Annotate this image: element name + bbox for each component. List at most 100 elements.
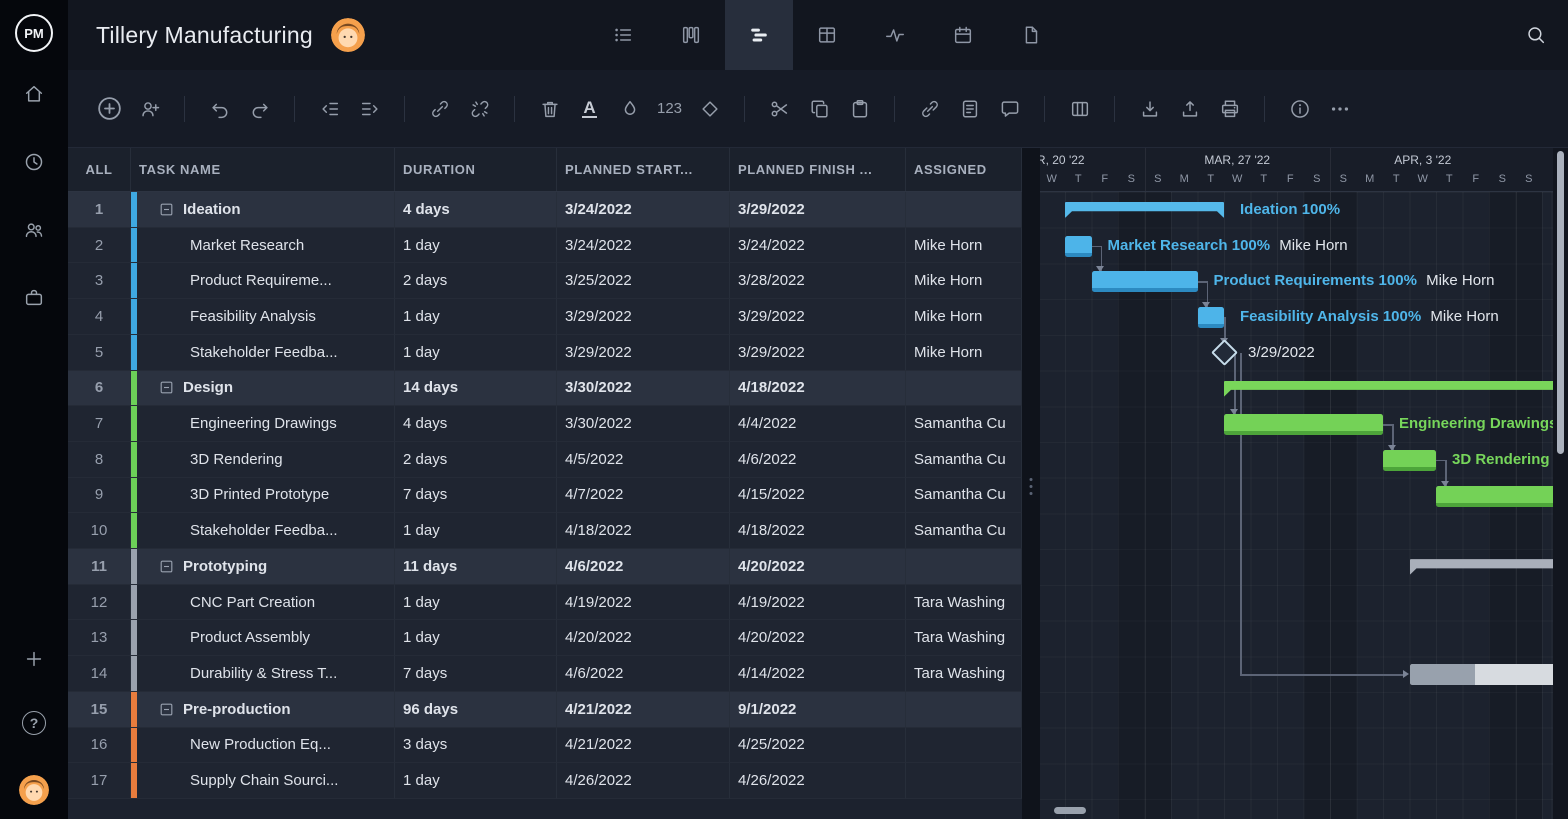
task-name-cell[interactable]: Stakeholder Feedba... (131, 513, 395, 549)
column-header-all[interactable]: ALL (68, 148, 131, 191)
copy-button[interactable] (802, 89, 837, 129)
recent-clock-icon[interactable] (22, 150, 46, 174)
table-row[interactable]: 1Ideation4 days3/24/20223/29/2022 (68, 192, 1022, 228)
milestone-button[interactable] (692, 89, 727, 129)
table-row[interactable]: 2Market Research1 day3/24/20223/24/2022M… (68, 228, 1022, 264)
task-bar[interactable] (1436, 486, 1553, 507)
collapse-icon[interactable] (159, 559, 174, 574)
task-bar[interactable] (1224, 414, 1383, 435)
vertical-scrollbar-rail[interactable] (1553, 148, 1568, 819)
indent-button[interactable] (352, 89, 387, 129)
gantt-horizontal-scrollbar[interactable] (1046, 807, 1547, 815)
task-name-cell[interactable]: Product Requireme... (131, 263, 395, 299)
task-bar[interactable] (1065, 236, 1092, 257)
view-tab-sheet[interactable] (793, 0, 861, 70)
view-tab-calendar[interactable] (929, 0, 997, 70)
column-header-planned-finish[interactable]: PLANNED FINISH ... (730, 148, 906, 191)
task-name-cell[interactable]: Feasibility Analysis (131, 299, 395, 335)
task-name-cell[interactable]: New Production Eq... (131, 728, 395, 764)
pm-logo[interactable]: PM (15, 14, 53, 52)
number-format-button[interactable]: 123 (652, 89, 687, 129)
portfolio-briefcase-icon[interactable] (22, 286, 46, 310)
cut-button[interactable] (762, 89, 797, 129)
outdent-button[interactable] (312, 89, 347, 129)
task-name-cell[interactable]: Product Assembly (131, 620, 395, 656)
view-tab-list[interactable] (589, 0, 657, 70)
table-row[interactable]: 15Pre-production96 days4/21/20229/1/2022 (68, 692, 1022, 728)
fill-color-button[interactable] (612, 89, 647, 129)
task-bar[interactable] (1410, 664, 1554, 685)
table-row[interactable]: 11Prototyping11 days4/6/20224/20/2022 (68, 549, 1022, 585)
project-owner-avatar[interactable] (331, 18, 365, 52)
export-button[interactable] (1172, 89, 1207, 129)
add-plus-icon[interactable] (22, 647, 46, 671)
table-row[interactable]: 5Stakeholder Feedba...1 day3/29/20223/29… (68, 335, 1022, 371)
collapse-icon[interactable] (159, 202, 174, 217)
redo-button[interactable] (242, 89, 277, 129)
table-row[interactable]: 7Engineering Drawings4 days3/30/20224/4/… (68, 406, 1022, 442)
add-task-button[interactable] (92, 89, 127, 129)
help-icon[interactable]: ? (22, 711, 46, 735)
pane-splitter[interactable] (1022, 148, 1040, 819)
more-options-button[interactable] (1322, 89, 1357, 129)
table-row[interactable]: 10Stakeholder Feedba...1 day4/18/20224/1… (68, 513, 1022, 549)
view-tab-document[interactable] (997, 0, 1065, 70)
task-name-cell[interactable]: 3D Printed Prototype (131, 478, 395, 514)
user-avatar[interactable] (19, 775, 49, 805)
row-number: 12 (68, 585, 131, 621)
delete-button[interactable] (532, 89, 567, 129)
columns-button[interactable] (1062, 89, 1097, 129)
collapse-icon[interactable] (159, 702, 174, 717)
task-name-cell[interactable]: Supply Chain Sourci... (131, 763, 395, 799)
task-bar[interactable] (1198, 307, 1225, 328)
task-name-cell[interactable]: Pre-production (131, 692, 395, 728)
table-row[interactable]: 16New Production Eq...3 days4/21/20224/2… (68, 728, 1022, 764)
table-row[interactable]: 83D Rendering2 days4/5/20224/6/2022Saman… (68, 442, 1022, 478)
horizontal-scroll-thumb[interactable] (1054, 807, 1086, 814)
import-button[interactable] (1132, 89, 1167, 129)
column-header-planned-start[interactable]: PLANNED START... (557, 148, 730, 191)
collapse-icon[interactable] (159, 380, 174, 395)
link-tasks-button[interactable] (422, 89, 457, 129)
comment-button[interactable] (992, 89, 1027, 129)
task-name-cell[interactable]: Design (131, 371, 395, 407)
undo-button[interactable] (202, 89, 237, 129)
table-row[interactable]: 4Feasibility Analysis1 day3/29/20223/29/… (68, 299, 1022, 335)
task-name-cell[interactable]: 3D Rendering (131, 442, 395, 478)
task-name-cell[interactable]: Stakeholder Feedba... (131, 335, 395, 371)
paste-button[interactable] (842, 89, 877, 129)
splitter-grip-icon[interactable] (1030, 478, 1033, 495)
table-row[interactable]: 6Design14 days3/30/20224/18/2022 (68, 371, 1022, 407)
task-name-cell[interactable]: Market Research (131, 228, 395, 264)
font-color-button[interactable]: A (572, 89, 607, 129)
task-bar[interactable] (1092, 271, 1198, 292)
task-name-cell[interactable]: CNC Part Creation (131, 585, 395, 621)
assign-user-button[interactable] (132, 89, 167, 129)
task-name-cell[interactable]: Durability & Stress T... (131, 656, 395, 692)
table-row[interactable]: 93D Printed Prototype7 days4/7/20224/15/… (68, 478, 1022, 514)
home-icon[interactable] (22, 82, 46, 106)
attachment-button[interactable] (912, 89, 947, 129)
table-row[interactable]: 12CNC Part Creation1 day4/19/20224/19/20… (68, 585, 1022, 621)
team-people-icon[interactable] (22, 218, 46, 242)
task-bar[interactable] (1383, 450, 1436, 471)
table-row[interactable]: 3Product Requireme...2 days3/25/20223/28… (68, 263, 1022, 299)
print-button[interactable] (1212, 89, 1247, 129)
column-header-duration[interactable]: DURATION (395, 148, 557, 191)
task-name-cell[interactable]: Prototyping (131, 549, 395, 585)
vertical-scroll-thumb[interactable] (1557, 151, 1564, 454)
column-header-assigned[interactable]: ASSIGNED (906, 148, 1022, 191)
view-tab-activity[interactable] (861, 0, 929, 70)
info-button[interactable] (1282, 89, 1317, 129)
notes-button[interactable] (952, 89, 987, 129)
unlink-tasks-button[interactable] (462, 89, 497, 129)
table-row[interactable]: 13Product Assembly1 day4/20/20224/20/202… (68, 620, 1022, 656)
view-tab-gantt[interactable] (725, 0, 793, 70)
task-name-cell[interactable]: Engineering Drawings (131, 406, 395, 442)
view-tab-board[interactable] (657, 0, 725, 70)
table-row[interactable]: 17Supply Chain Sourci...1 day4/26/20224/… (68, 763, 1022, 799)
task-name-cell[interactable]: Ideation (131, 192, 395, 228)
column-header-task-name[interactable]: TASK NAME (131, 148, 395, 191)
table-row[interactable]: 14Durability & Stress T...7 days4/6/2022… (68, 656, 1022, 692)
search-icon[interactable] (1525, 0, 1547, 70)
